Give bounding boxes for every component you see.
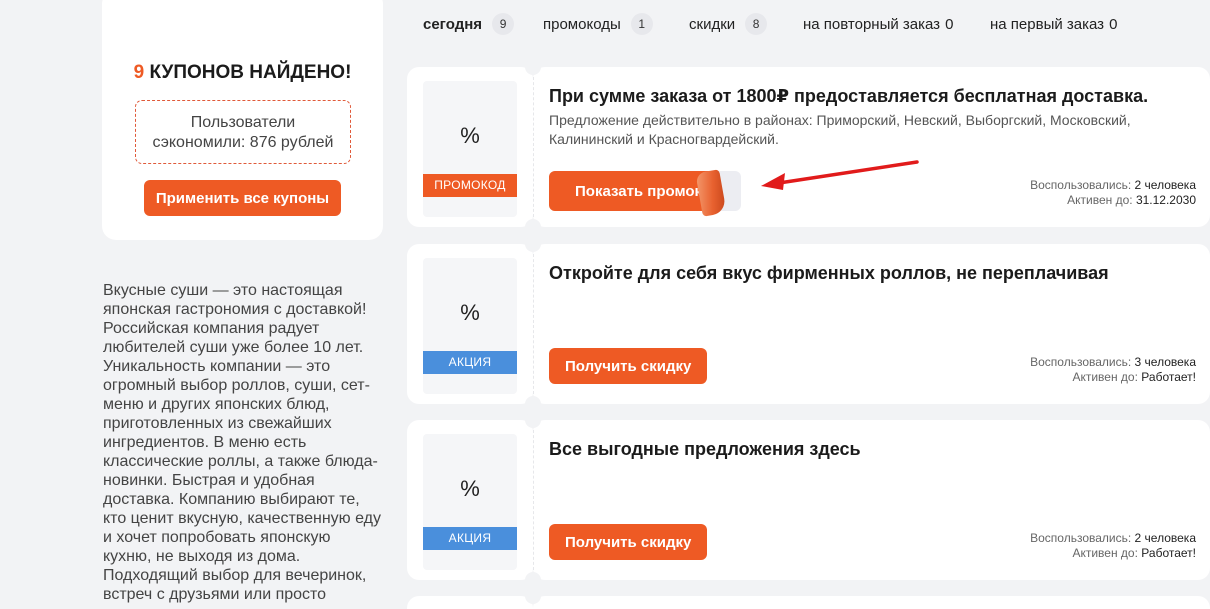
show-promocode-control[interactable]: Показать промокод [549,169,741,217]
active-until-value: 31.12.2030 [1135,193,1196,207]
tab-discounts[interactable]: скидки 8 [689,12,768,36]
coupon-card: % АКЦИЯ Откройте для себя вкус фирменных… [407,236,1210,412]
used-value: 3 человека [1134,355,1196,369]
coupon-stats: Воспользовались: 2 человека Активен до: … [1030,178,1196,208]
savings-box: Пользователи сэкономили: 876 рублей [135,100,351,164]
percent-icon: % [460,476,480,501]
apply-all-coupons-button[interactable]: Применить все купоны [144,180,341,216]
tab-promocodes-label: промокоды [543,15,621,33]
show-promocode-button[interactable]: Показать промокод [549,171,711,211]
savings-line-2: сэкономили: 876 рублей [152,134,334,151]
tab-today-label: сегодня [423,15,483,33]
coupon-type-badge: АКЦИЯ [423,351,517,374]
coupon-card: % ПРОМОКОД При сумме заказа от 1800₽ пре… [407,59,1210,235]
used-label: Воспользовались: [1030,178,1132,192]
coupon-stats: Воспользовались: 2 человека Активен до: … [1030,531,1196,561]
tab-repeat-order-count: 0 [945,15,954,33]
coupons-found-text: КУПОНОВ НАЙДЕНО! [149,62,352,83]
coupon-title: При сумме заказа от 1800₽ предоставляетс… [549,86,1149,106]
tab-today-count: 9 [492,13,515,35]
tab-discounts-count: 8 [745,13,768,35]
coupons-summary-card: 9 КУПОНОВ НАЙДЕНО! Пользователи сэкономи… [102,0,383,240]
coupon-type-badge: АКЦИЯ [423,527,517,550]
used-label: Воспользовались: [1030,531,1132,545]
company-description: Вкусные суши — это настоящая японская га… [103,282,382,603]
used-label: Воспользовались: [1030,355,1132,369]
savings-line-1: Пользователи [190,114,296,131]
tab-promocodes-count: 1 [630,13,653,35]
coupon-title: Откройте для себя вкус фирменных роллов,… [549,263,1109,283]
get-discount-button[interactable]: Получить скидку [549,524,708,560]
used-value: 2 человека [1134,531,1196,545]
coupons-found-count: 9 [133,62,145,83]
tab-first-order[interactable]: на первый заказ 0 [990,12,1117,36]
tab-repeat-order[interactable]: на повторный заказ 0 [803,12,953,36]
tab-first-order-label: на первый заказ [990,15,1105,33]
percent-icon: % [460,123,480,148]
active-until-value: Работает! [1141,370,1196,384]
used-value: 2 человека [1134,178,1196,192]
tab-first-order-count: 0 [1109,15,1118,33]
tab-discounts-label: скидки [689,15,736,33]
active-until-label: Активен до: [1072,370,1138,384]
coupon-stats: Воспользовались: 3 человека Активен до: … [1030,355,1196,385]
coupon-description: Предложение действительно в районах: При… [549,112,1131,147]
coupon-card: % АКЦИЯ Все выгодные предложения здесь П… [407,412,1210,588]
coupon-card-partial [407,588,1210,609]
active-until-value: Работает! [1141,546,1196,560]
tab-repeat-order-label: на повторный заказ [803,15,941,33]
percent-icon: % [460,300,480,325]
coupon-type-badge: ПРОМОКОД [423,174,517,197]
active-until-label: Активен до: [1072,546,1138,560]
annotation-arrow-icon [761,160,919,190]
tab-promocodes[interactable]: промокоды 1 [543,12,653,36]
active-until-label: Активен до: [1067,193,1133,207]
get-discount-button[interactable]: Получить скидку [549,348,708,384]
coupon-title: Все выгодные предложения здесь [549,439,861,459]
tab-today[interactable]: сегодня 9 [423,12,515,36]
coupons-found-title: 9 КУПОНОВ НАЙДЕНО! [102,62,383,84]
